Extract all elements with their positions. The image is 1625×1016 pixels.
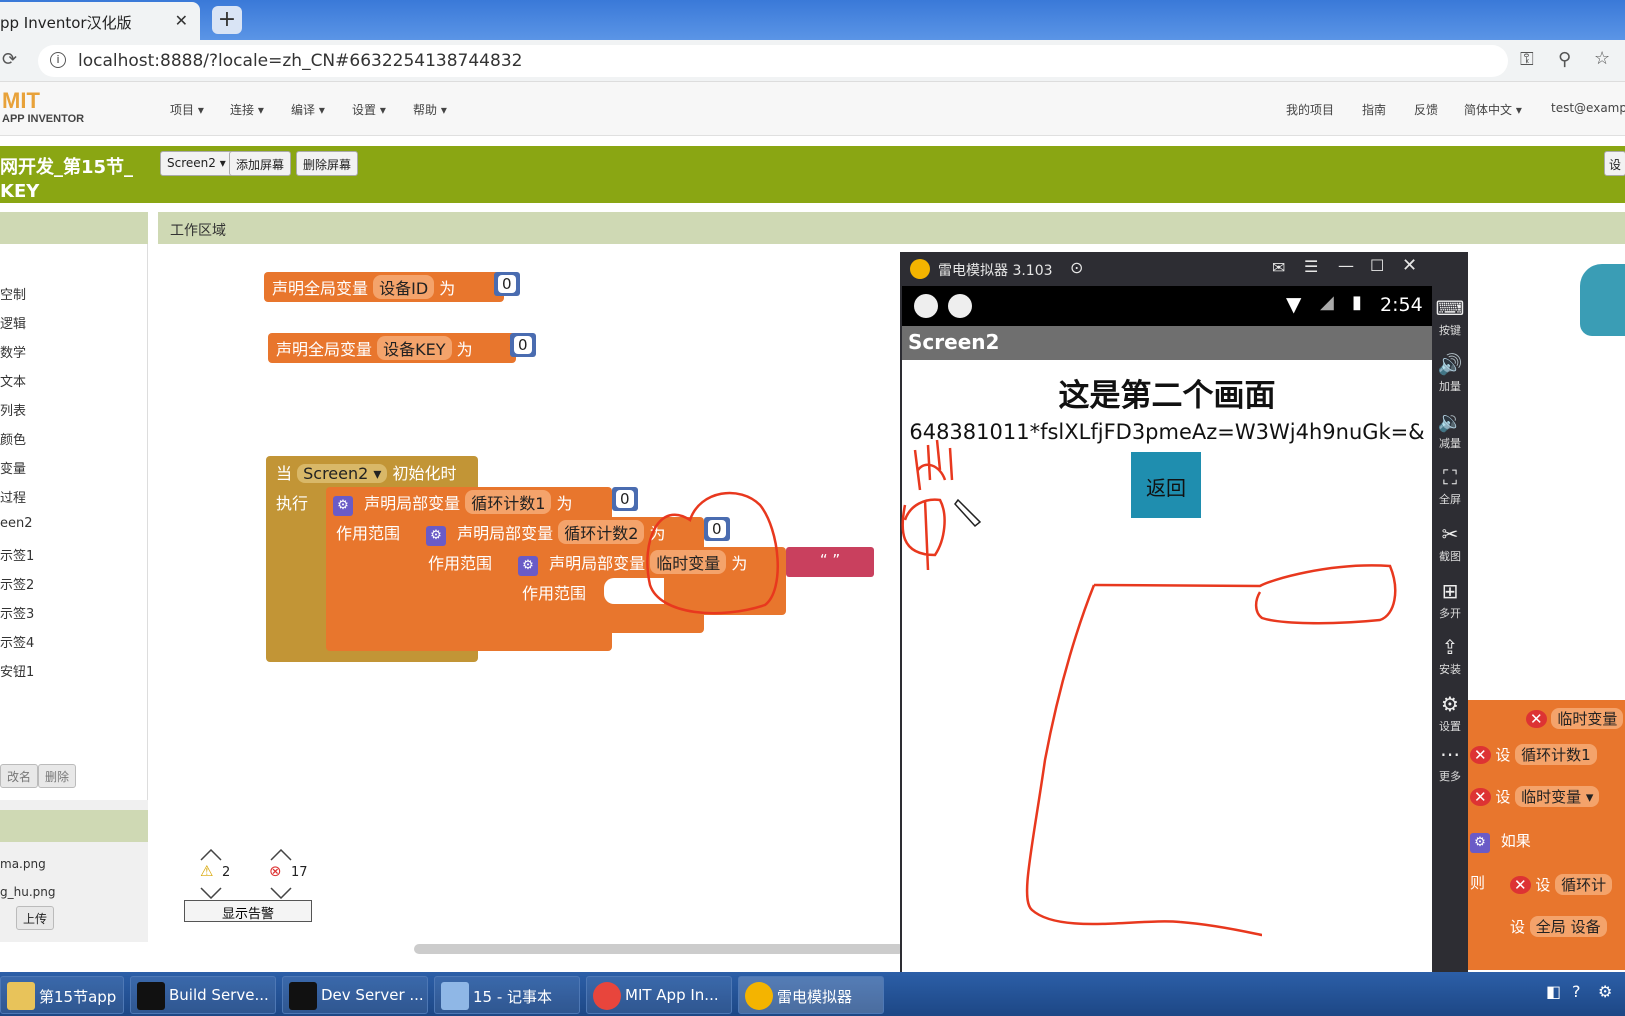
- annotation-line: [1025, 584, 1263, 937]
- annotation-scribbles: [646, 439, 1397, 937]
- toolbar-install[interactable]: ⇪ 安装: [1432, 635, 1468, 677]
- annotation-shape: [1093, 564, 1397, 625]
- folder-icon: [7, 982, 35, 1010]
- gear-icon: ⚙: [1441, 692, 1459, 716]
- console-icon: [289, 982, 317, 1010]
- pencil-cursor-icon: [954, 498, 982, 528]
- keyboard-icon: ⌨: [1435, 296, 1465, 320]
- taskbar-label: Build Serve...: [169, 986, 269, 1004]
- volume-down-icon: 🔉: [1437, 409, 1463, 433]
- toolbar-settings[interactable]: ⚙ 设置: [1432, 692, 1468, 734]
- toolbar-fullscreen[interactable]: ⛶ 全屏: [1432, 465, 1468, 507]
- taskbar-item-dev-server[interactable]: Dev Server ...: [282, 976, 428, 1014]
- taskbar-label: 第15节app: [39, 988, 117, 1006]
- volume-up-icon: 🔊: [1437, 352, 1463, 376]
- toolbar-label: 全屏: [1439, 493, 1461, 506]
- taskbar-item-chrome[interactable]: MIT App In...: [586, 976, 732, 1014]
- taskbar-item-folder[interactable]: 第15节app: [0, 976, 124, 1014]
- fullscreen-icon: ⛶: [1443, 465, 1457, 489]
- toolbar-label: 多开: [1439, 607, 1461, 620]
- taskbar-label: Dev Server ...: [321, 986, 424, 1004]
- toolbar-label: 更多: [1439, 770, 1461, 783]
- toolbar-label: 安装: [1439, 663, 1461, 676]
- toolbar-volume-down[interactable]: 🔉 减量: [1432, 409, 1468, 451]
- notepad-icon: [441, 982, 469, 1010]
- toolbar-label: 截图: [1439, 550, 1461, 563]
- help-icon[interactable]: ?: [1572, 982, 1581, 1001]
- taskbar-label: MIT App In...: [625, 986, 719, 1004]
- tray-icon[interactable]: ◧: [1546, 982, 1561, 1001]
- taskbar-label: 15 - 记事本: [473, 988, 553, 1006]
- apk-icon: ⇪: [1441, 635, 1459, 659]
- taskbar-item-emulator[interactable]: 雷电模拟器: [738, 976, 884, 1014]
- annotation-circle: [646, 491, 779, 615]
- settings-tray-icon[interactable]: ⚙: [1598, 982, 1612, 1001]
- toolbar-label: 设置: [1439, 720, 1461, 733]
- toolbar-more[interactable]: ⋯ 更多: [1432, 742, 1468, 784]
- taskbar-item-build-server[interactable]: Build Serve...: [130, 976, 276, 1014]
- toolbar-multi-open[interactable]: ⊞ 多开: [1432, 579, 1468, 621]
- emulator-logo-icon: [745, 982, 773, 1010]
- taskbar-item-notepad[interactable]: 15 - 记事本: [434, 976, 580, 1014]
- toolbar-label: 按键: [1439, 324, 1461, 337]
- toolbar-keyboard[interactable]: ⌨ 按键: [1432, 296, 1468, 338]
- toolbar-label: 减量: [1439, 437, 1461, 450]
- multi-open-icon: ⊞: [1441, 579, 1459, 603]
- annotation-scribble: [901, 439, 954, 571]
- console-icon: [137, 982, 165, 1010]
- toolbar-volume-up[interactable]: 🔊 加量: [1432, 352, 1468, 394]
- more-icon: ⋯: [1440, 742, 1460, 766]
- chrome-icon: [593, 982, 621, 1010]
- taskbar-label: 雷电模拟器: [777, 988, 853, 1006]
- scissors-icon: ✂: [1441, 522, 1459, 546]
- toolbar-label: 加量: [1439, 380, 1461, 393]
- toolbar-screenshot[interactable]: ✂ 截图: [1432, 522, 1468, 564]
